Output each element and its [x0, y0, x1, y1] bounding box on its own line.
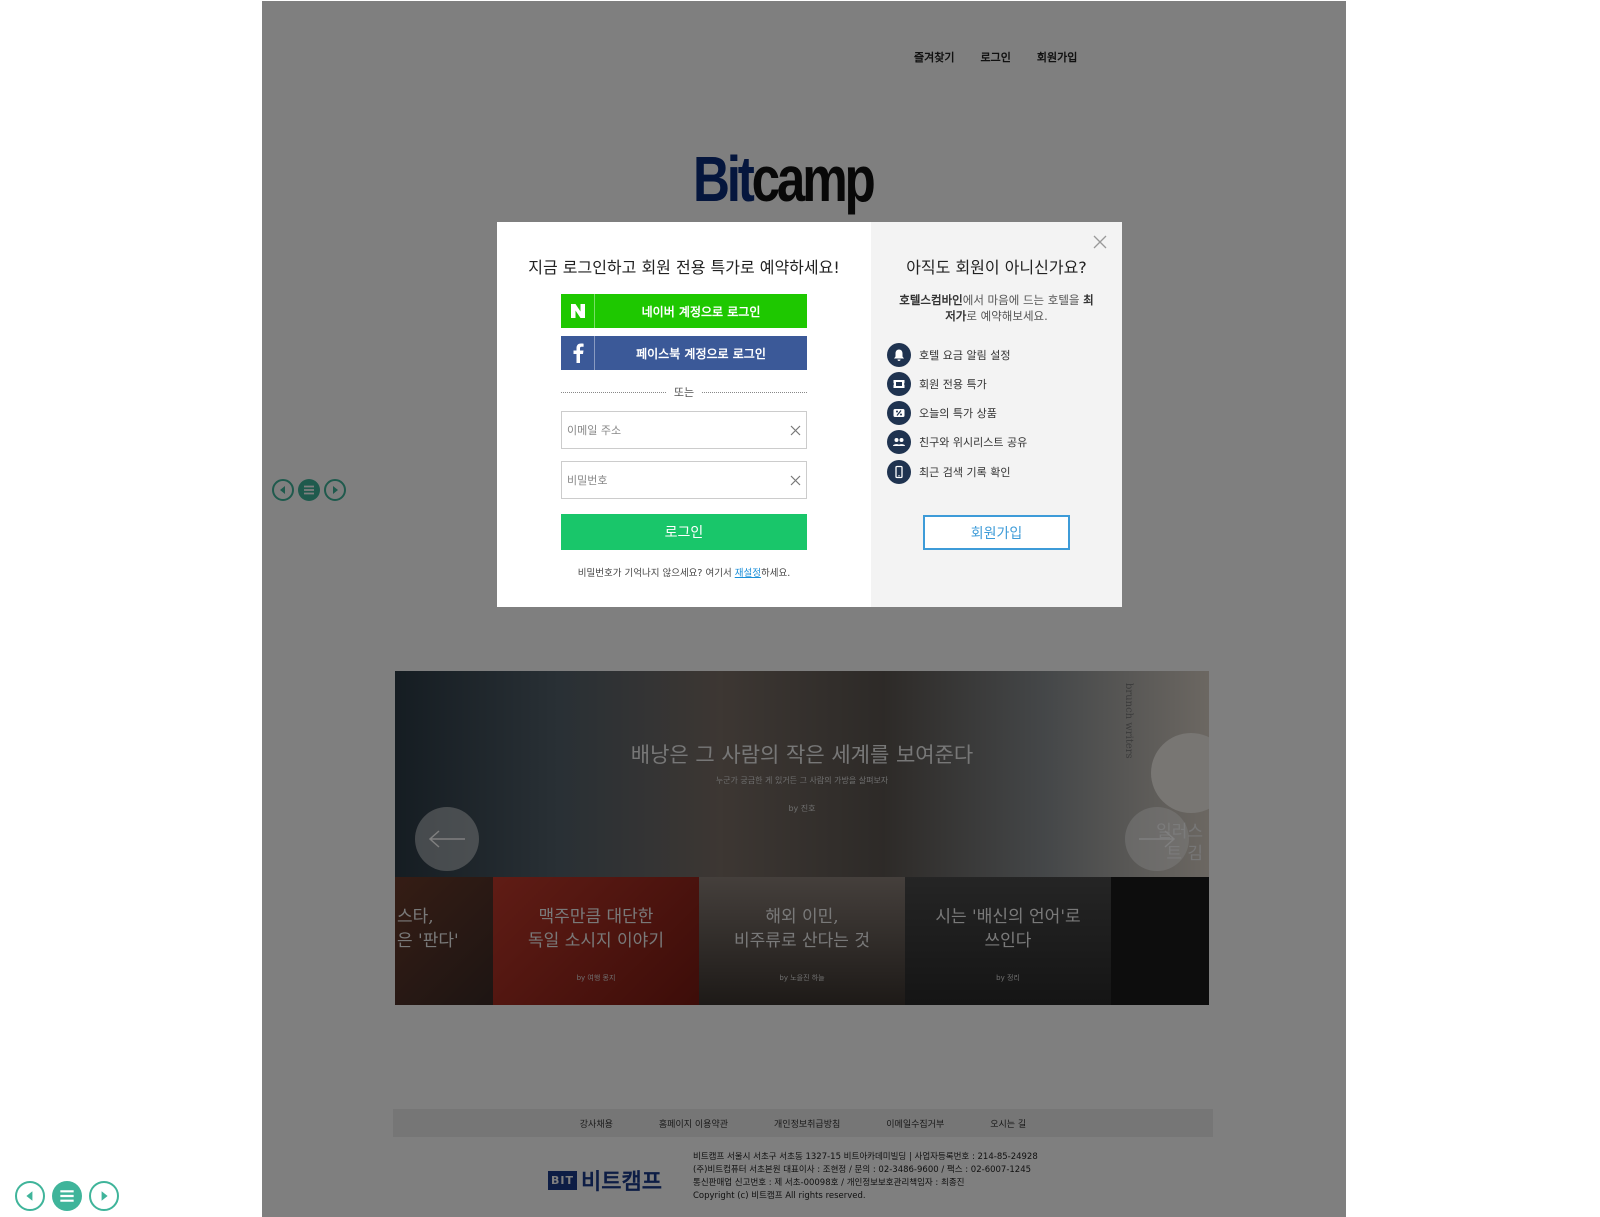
login-modal: 지금 로그인하고 회원 전용 특가로 예약하세요! 네이버 계정으로 로그인 페…: [497, 222, 1122, 607]
login-button[interactable]: 로그인: [561, 514, 807, 550]
close-icon: [1093, 235, 1107, 249]
benefit-label: 호텔 요금 알림 설정: [919, 348, 1011, 362]
close-icon: [790, 475, 800, 485]
login-panel: 지금 로그인하고 회원 전용 특가로 예약하세요! 네이버 계정으로 로그인 페…: [497, 222, 871, 607]
benefit-item: 오늘의 특가 상품: [887, 401, 1027, 426]
benefit-list: 호텔 요금 알림 설정 회원 전용 특가 오늘의 특가 상품 친구와 위시리스트…: [887, 342, 1027, 488]
presentation-next-button[interactable]: [89, 1181, 119, 1211]
triangle-left-icon: [26, 1191, 33, 1201]
modal-backdrop[interactable]: [262, 1, 1346, 1217]
presentation-controls: [15, 1181, 119, 1211]
close-modal-button[interactable]: [1092, 234, 1110, 252]
facebook-icon: [561, 336, 595, 370]
signup-title: 아직도 회원이 아니신가요?: [906, 258, 1087, 277]
benefit-label: 최근 검색 기록 확인: [919, 465, 1011, 479]
hamburger-icon: [60, 1190, 74, 1202]
facebook-login-label: 페이스북 계정으로 로그인: [636, 346, 766, 361]
benefit-item: 최근 검색 기록 확인: [887, 459, 1027, 484]
email-input[interactable]: [562, 414, 784, 446]
friends-icon: [887, 430, 911, 455]
divider-text: 또는: [673, 386, 695, 399]
benefit-label: 친구와 위시리스트 공유: [919, 436, 1028, 450]
clear-password-button[interactable]: [784, 469, 806, 491]
or-divider: 또는: [561, 384, 807, 400]
benefit-label: 오늘의 특가 상품: [919, 407, 997, 421]
email-field: [561, 411, 807, 449]
benefit-item: 호텔 요금 알림 설정: [887, 342, 1027, 367]
naver-login-label: 네이버 계정으로 로그인: [641, 304, 761, 319]
naver-icon: [561, 294, 595, 328]
presentation-menu-button[interactable]: [52, 1181, 82, 1211]
benefit-item: 친구와 위시리스트 공유: [887, 430, 1027, 455]
forgot-password-text: 비밀번호가 기억나지 않으세요? 여기서 재설정하세요.: [577, 568, 791, 579]
clear-email-button[interactable]: [784, 419, 806, 441]
benefit-item: 회원 전용 특가: [887, 371, 1027, 396]
presentation-prev-button[interactable]: [15, 1181, 45, 1211]
password-input[interactable]: [562, 464, 784, 496]
facebook-login-button[interactable]: 페이스북 계정으로 로그인: [561, 336, 807, 370]
login-title: 지금 로그인하고 회원 전용 특가로 예약하세요!: [528, 258, 840, 277]
naver-login-button[interactable]: 네이버 계정으로 로그인: [561, 294, 807, 328]
close-icon: [790, 425, 800, 435]
phone-icon: [887, 459, 911, 484]
ticket-icon: [887, 371, 911, 396]
triangle-right-icon: [101, 1191, 108, 1201]
signup-button[interactable]: 회원가입: [923, 515, 1070, 550]
reset-password-link[interactable]: 재설정: [735, 568, 761, 579]
password-field: [561, 461, 807, 499]
signup-description: 호텔스컴바인에서 마음에 드는 호텔을 최저가로 예약해보세요.: [899, 293, 1094, 323]
bell-icon: [887, 342, 911, 367]
signup-panel: 아직도 회원이 아니신가요? 호텔스컴바인에서 마음에 드는 호텔을 최저가로 …: [871, 222, 1122, 607]
percent-icon: [887, 401, 911, 426]
benefit-label: 회원 전용 특가: [919, 377, 987, 391]
